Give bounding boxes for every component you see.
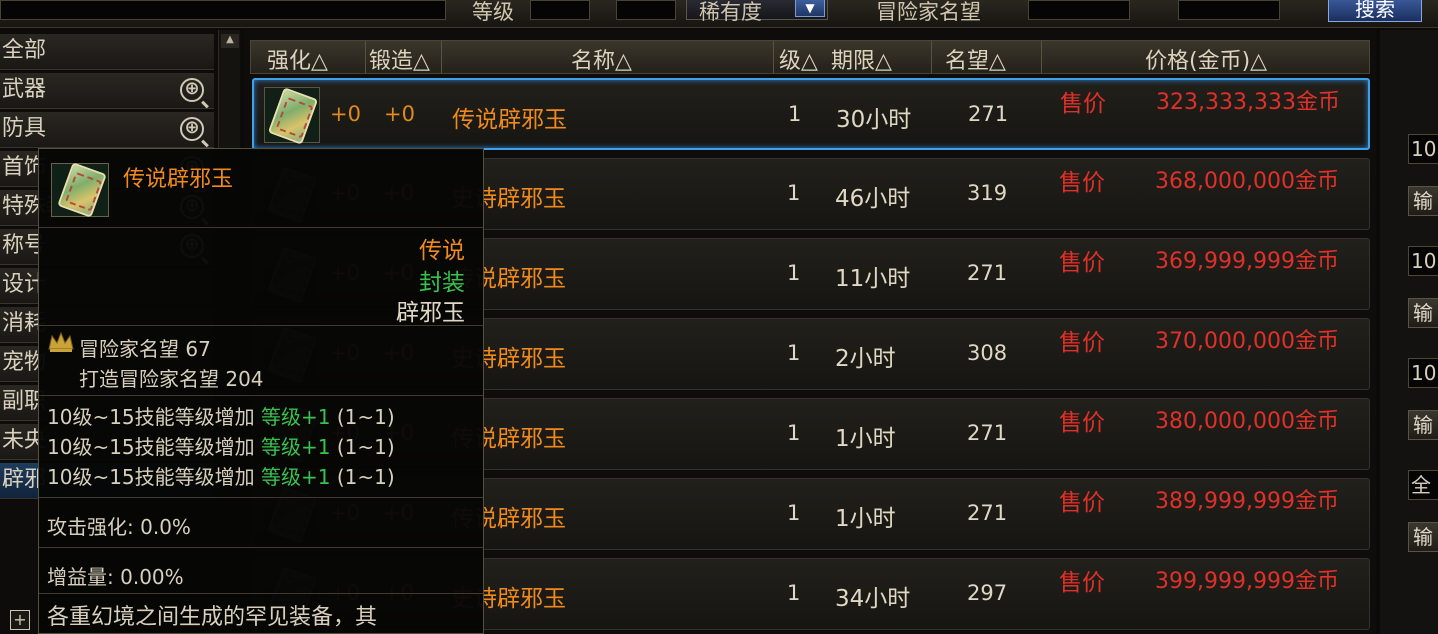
item-fame: 319: [967, 181, 1008, 205]
item-icon[interactable]: [264, 87, 320, 145]
keyword-input[interactable]: [0, 0, 446, 20]
col-price[interactable]: 价格(金币)△: [1145, 43, 1267, 75]
item-level: 1: [787, 261, 801, 285]
item-price: 380,000,000金币: [1155, 409, 1339, 434]
rarity-label: 稀有度: [699, 0, 762, 24]
item-level: 1: [787, 341, 801, 365]
tooltip-bind: 封装: [419, 270, 465, 296]
col-level[interactable]: 级△: [779, 43, 818, 75]
sale-label: 售价: [1059, 410, 1105, 436]
tooltip-buff: 增益量: 0.00%: [47, 565, 184, 589]
col-enhance[interactable]: 强化△: [267, 43, 328, 75]
zoom-in-icon[interactable]: ⊕: [180, 117, 204, 141]
sale-label: 售价: [1059, 330, 1105, 356]
level-label: 等级: [472, 0, 514, 24]
item-price: 389,999,999金币: [1155, 489, 1339, 514]
sidebar-item-label: 全部: [2, 38, 47, 63]
listing-row[interactable]: +0 +0 传说辟邪玉 1 30小时 271 售价 323,333,333金币: [252, 78, 1370, 150]
right-panel: 10 输 10 输 10 输全输: [1380, 30, 1438, 634]
sale-label: 售价: [1059, 250, 1105, 276]
sale-label: 售价: [1059, 170, 1105, 196]
col-fame[interactable]: 名望△: [945, 43, 1006, 75]
right-panel-input[interactable]: 10: [1408, 246, 1438, 276]
item-expire: 30小时: [836, 107, 912, 133]
rarity-select[interactable]: 稀有度 ▼: [686, 0, 828, 24]
item-fame: 271: [967, 261, 1008, 285]
item-expire: 1小时: [835, 426, 896, 452]
tooltip-skill-line: 10级~15技能等级增加 等级+1 (1~1): [47, 405, 395, 429]
col-name[interactable]: 名称△: [571, 43, 632, 75]
right-panel-button[interactable]: 输: [1408, 298, 1438, 328]
sale-label: 售价: [1059, 490, 1105, 516]
right-panel-input[interactable]: 全: [1408, 470, 1438, 500]
item-level: 1: [787, 421, 801, 445]
item-level: 1: [787, 501, 801, 525]
item-expire: 11小时: [835, 266, 911, 292]
tooltip-skill-line: 10级~15技能等级增加 等级+1 (1~1): [47, 465, 395, 489]
enhance-value: +0: [330, 102, 361, 126]
tooltip-title: 传说辟邪玉: [123, 167, 234, 192]
col-expire[interactable]: 期限△: [831, 43, 892, 75]
expand-all-button[interactable]: +: [10, 610, 30, 630]
fame-crown-icon: [48, 331, 74, 352]
item-price: 370,000,000金币: [1155, 329, 1339, 354]
fame-min-input[interactable]: [1028, 0, 1130, 20]
item-price: 369,999,999金币: [1155, 249, 1339, 274]
scroll-up-icon[interactable]: ▲: [221, 34, 239, 48]
sidebar-item[interactable]: 全部: [0, 34, 214, 70]
item-price: 368,000,000金币: [1155, 169, 1339, 194]
item-level: 1: [787, 581, 801, 605]
item-level: 1: [787, 181, 801, 205]
item-expire: 1小时: [835, 506, 896, 532]
item-fame: 271: [967, 501, 1008, 525]
tooltip-description: 各重幻境之间生成的罕见装备，其: [47, 605, 378, 630]
tooltip-craft-fame: 打造冒险家名望 204: [79, 367, 264, 391]
item-expire: 34小时: [835, 586, 911, 612]
zoom-in-icon[interactable]: ⊕: [180, 78, 204, 102]
item-fame: 308: [967, 341, 1008, 365]
fame-label: 冒险家名望: [876, 0, 981, 24]
sidebar-item[interactable]: 武器 ⊕: [0, 73, 214, 109]
sidebar-item[interactable]: 防具 ⊕: [0, 112, 214, 148]
level-min-input[interactable]: [530, 0, 590, 20]
item-level: 1: [788, 102, 802, 126]
right-panel-button[interactable]: 输: [1408, 410, 1438, 440]
tooltip-attack: 攻击强化: 0.0%: [47, 515, 191, 539]
right-panel-input[interactable]: 10: [1408, 358, 1438, 388]
item-price: 323,333,333金币: [1156, 90, 1340, 115]
search-button[interactable]: 搜索: [1328, 0, 1422, 22]
item-expire: 2小时: [835, 346, 896, 372]
right-panel-button[interactable]: 输: [1408, 522, 1438, 552]
sale-label: 售价: [1059, 570, 1105, 596]
item-expire: 46小时: [835, 186, 911, 212]
item-fame: 271: [967, 421, 1008, 445]
filter-bar: 等级 稀有度 ▼ 冒险家名望 搜索: [0, 0, 1438, 28]
item-fame: 297: [967, 581, 1008, 605]
tooltip-skill-line: 10级~15技能等级增加 等级+1 (1~1): [47, 435, 395, 459]
right-panel-input[interactable]: 10: [1408, 134, 1438, 164]
level-max-input[interactable]: [616, 0, 676, 20]
tooltip-type: 辟邪玉: [396, 300, 465, 326]
right-panel-button[interactable]: 输: [1408, 186, 1438, 216]
sale-label: 售价: [1060, 91, 1106, 117]
tooltip-rarity: 传说: [419, 238, 465, 264]
column-header: 强化△ 锻造△ 名称△ 级△ 期限△ 名望△ 价格(金币)△: [250, 40, 1370, 74]
chevron-down-icon[interactable]: ▼: [795, 0, 825, 17]
sidebar-item-label: 防具: [2, 116, 47, 141]
item-fame: 271: [968, 102, 1009, 126]
item-tooltip: 传说辟邪玉 传说 封装 辟邪玉 冒险家名望 67 打造冒险家名望 204 10级…: [38, 148, 484, 634]
item-price: 399,999,999金币: [1155, 569, 1339, 594]
tooltip-fame: 冒险家名望 67: [79, 337, 211, 361]
sidebar-item-label: 武器: [2, 77, 47, 102]
item-icon: [51, 162, 109, 218]
col-forge[interactable]: 锻造△: [369, 43, 430, 75]
item-name: 传说辟邪玉: [452, 107, 567, 133]
forge-value: +0: [384, 102, 415, 126]
fame-max-input[interactable]: [1178, 0, 1280, 20]
